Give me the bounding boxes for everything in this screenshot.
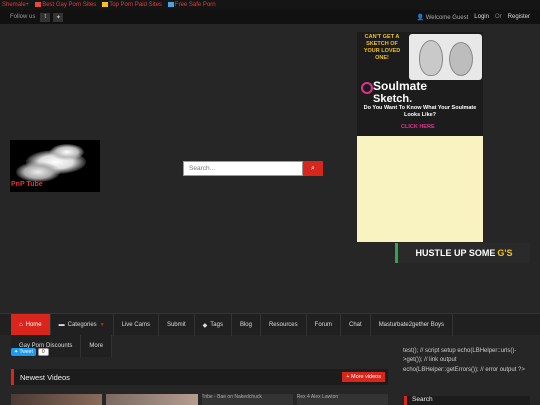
promo-link-shemale[interactable]: Shemale+ xyxy=(2,2,29,8)
nav-tags[interactable]: ◆ Tags xyxy=(195,314,232,336)
video-thumbnail[interactable]: Tribe - Bae on Nakedchuck xyxy=(201,394,293,405)
folder-icon: ▬ xyxy=(58,322,65,328)
more-videos-button[interactable]: + More videos xyxy=(342,372,385,382)
nav-home[interactable]: ⌂ Home xyxy=(11,314,51,336)
follow-label: Follow us xyxy=(10,14,36,20)
brand-logo-icon xyxy=(361,82,373,94)
nav-blog[interactable]: Blog xyxy=(232,314,261,336)
home-icon: ⌂ xyxy=(19,322,23,328)
ad-cta[interactable]: CLICK HERE xyxy=(401,124,435,130)
hustle-banner[interactable]: HUSTLE UP SOME G'S xyxy=(395,243,530,263)
ad-brand: Soulmate Sketch. xyxy=(373,79,428,105)
nav-forum[interactable]: Forum xyxy=(307,314,341,336)
flag-icon xyxy=(35,1,42,7)
sidebar-search-title: Search xyxy=(404,396,530,405)
account-links: 👤 Welcome Guest Login Or Register xyxy=(417,14,530,21)
sketch-portrait-image xyxy=(409,34,482,80)
search-button[interactable]: ⌕ xyxy=(303,161,323,176)
nav-more[interactable]: More xyxy=(81,335,113,357)
ad-hook: CAN'T GET A SKETCH OF YOUR LOVED ONE! xyxy=(363,34,401,61)
promo-link-paid-sites[interactable]: Top Porn Paid Sites xyxy=(102,1,162,8)
header-search: Search... ⌕ xyxy=(183,161,323,176)
ad-creative: CAN'T GET A SKETCH OF YOUR LOVED ONE! So… xyxy=(357,32,483,136)
ad-question: Do You Want To Know What Your Soulmate L… xyxy=(363,105,477,119)
twitter-icon: ✦ xyxy=(14,349,19,355)
register-link[interactable]: Register xyxy=(508,14,530,20)
smoke-graphic xyxy=(16,162,60,182)
tweet-button[interactable]: ✦ Tweet xyxy=(11,348,36,356)
nav-resources[interactable]: Resources xyxy=(261,314,307,336)
video-grid: Tribe - Bae on Nakedchuck Rex 4 Alex Law… xyxy=(11,394,388,405)
shield-icon xyxy=(167,1,174,7)
site-logo[interactable]: PnP Tube xyxy=(10,140,100,192)
sidebar-script-text: test(); // script setup echo(LBHelper::u… xyxy=(403,348,525,373)
section-title: Newest Videos xyxy=(20,372,70,382)
soulmate-sketch-ad[interactable]: CAN'T GET A SKETCH OF YOUR LOVED ONE! So… xyxy=(357,32,483,242)
trophy-icon xyxy=(102,1,109,7)
logo-text: PnP Tube xyxy=(11,181,43,188)
twitter-icon[interactable]: ✦ xyxy=(53,12,64,22)
video-thumbnail[interactable] xyxy=(11,394,103,405)
nav-chat[interactable]: Chat xyxy=(341,314,371,336)
welcome-guest: 👤 Welcome Guest xyxy=(416,14,469,21)
nav-masturbate2gether[interactable]: Masturbate2gether Boys xyxy=(371,314,454,336)
search-input[interactable]: Search... xyxy=(183,161,303,176)
nav-categories[interactable]: ▬ Categories ▼ xyxy=(51,314,114,336)
newest-videos-header: Newest Videos + More videos xyxy=(11,369,388,385)
video-thumbnail[interactable]: Rex 4 Alex Lawton xyxy=(296,394,388,405)
promo-links-bar: Shemale+ Best Gay Porn Sites Top Porn Pa… xyxy=(0,0,540,10)
chevron-down-icon: ▼ xyxy=(99,322,105,328)
nav-live-cams[interactable]: Live Cams xyxy=(114,314,159,336)
promo-link-gay-porn-sites[interactable]: Best Gay Porn Sites xyxy=(35,1,96,8)
tweet-count: 0 xyxy=(37,348,49,356)
promo-link-safe-porn[interactable]: Free Safe Porn xyxy=(167,1,216,8)
smoke-graphic xyxy=(50,144,84,160)
or-label: Or xyxy=(494,14,502,20)
top-bar: Follow us t ✦ 👤 Welcome Guest Login Or R… xyxy=(0,10,540,24)
login-link[interactable]: Login xyxy=(474,14,489,20)
tag-icon: ◆ xyxy=(202,322,208,329)
video-thumbnail[interactable] xyxy=(106,394,198,405)
nav-submit[interactable]: Submit xyxy=(159,314,195,336)
main-navigation: ⌂ Home ▬ Categories ▼ Live Cams Submit ◆ Tag… xyxy=(0,313,540,336)
tweet-widget: ✦ Tweet 0 xyxy=(11,348,49,356)
tumblr-icon[interactable]: t xyxy=(40,12,51,22)
search-icon: ⌕ xyxy=(311,164,315,172)
